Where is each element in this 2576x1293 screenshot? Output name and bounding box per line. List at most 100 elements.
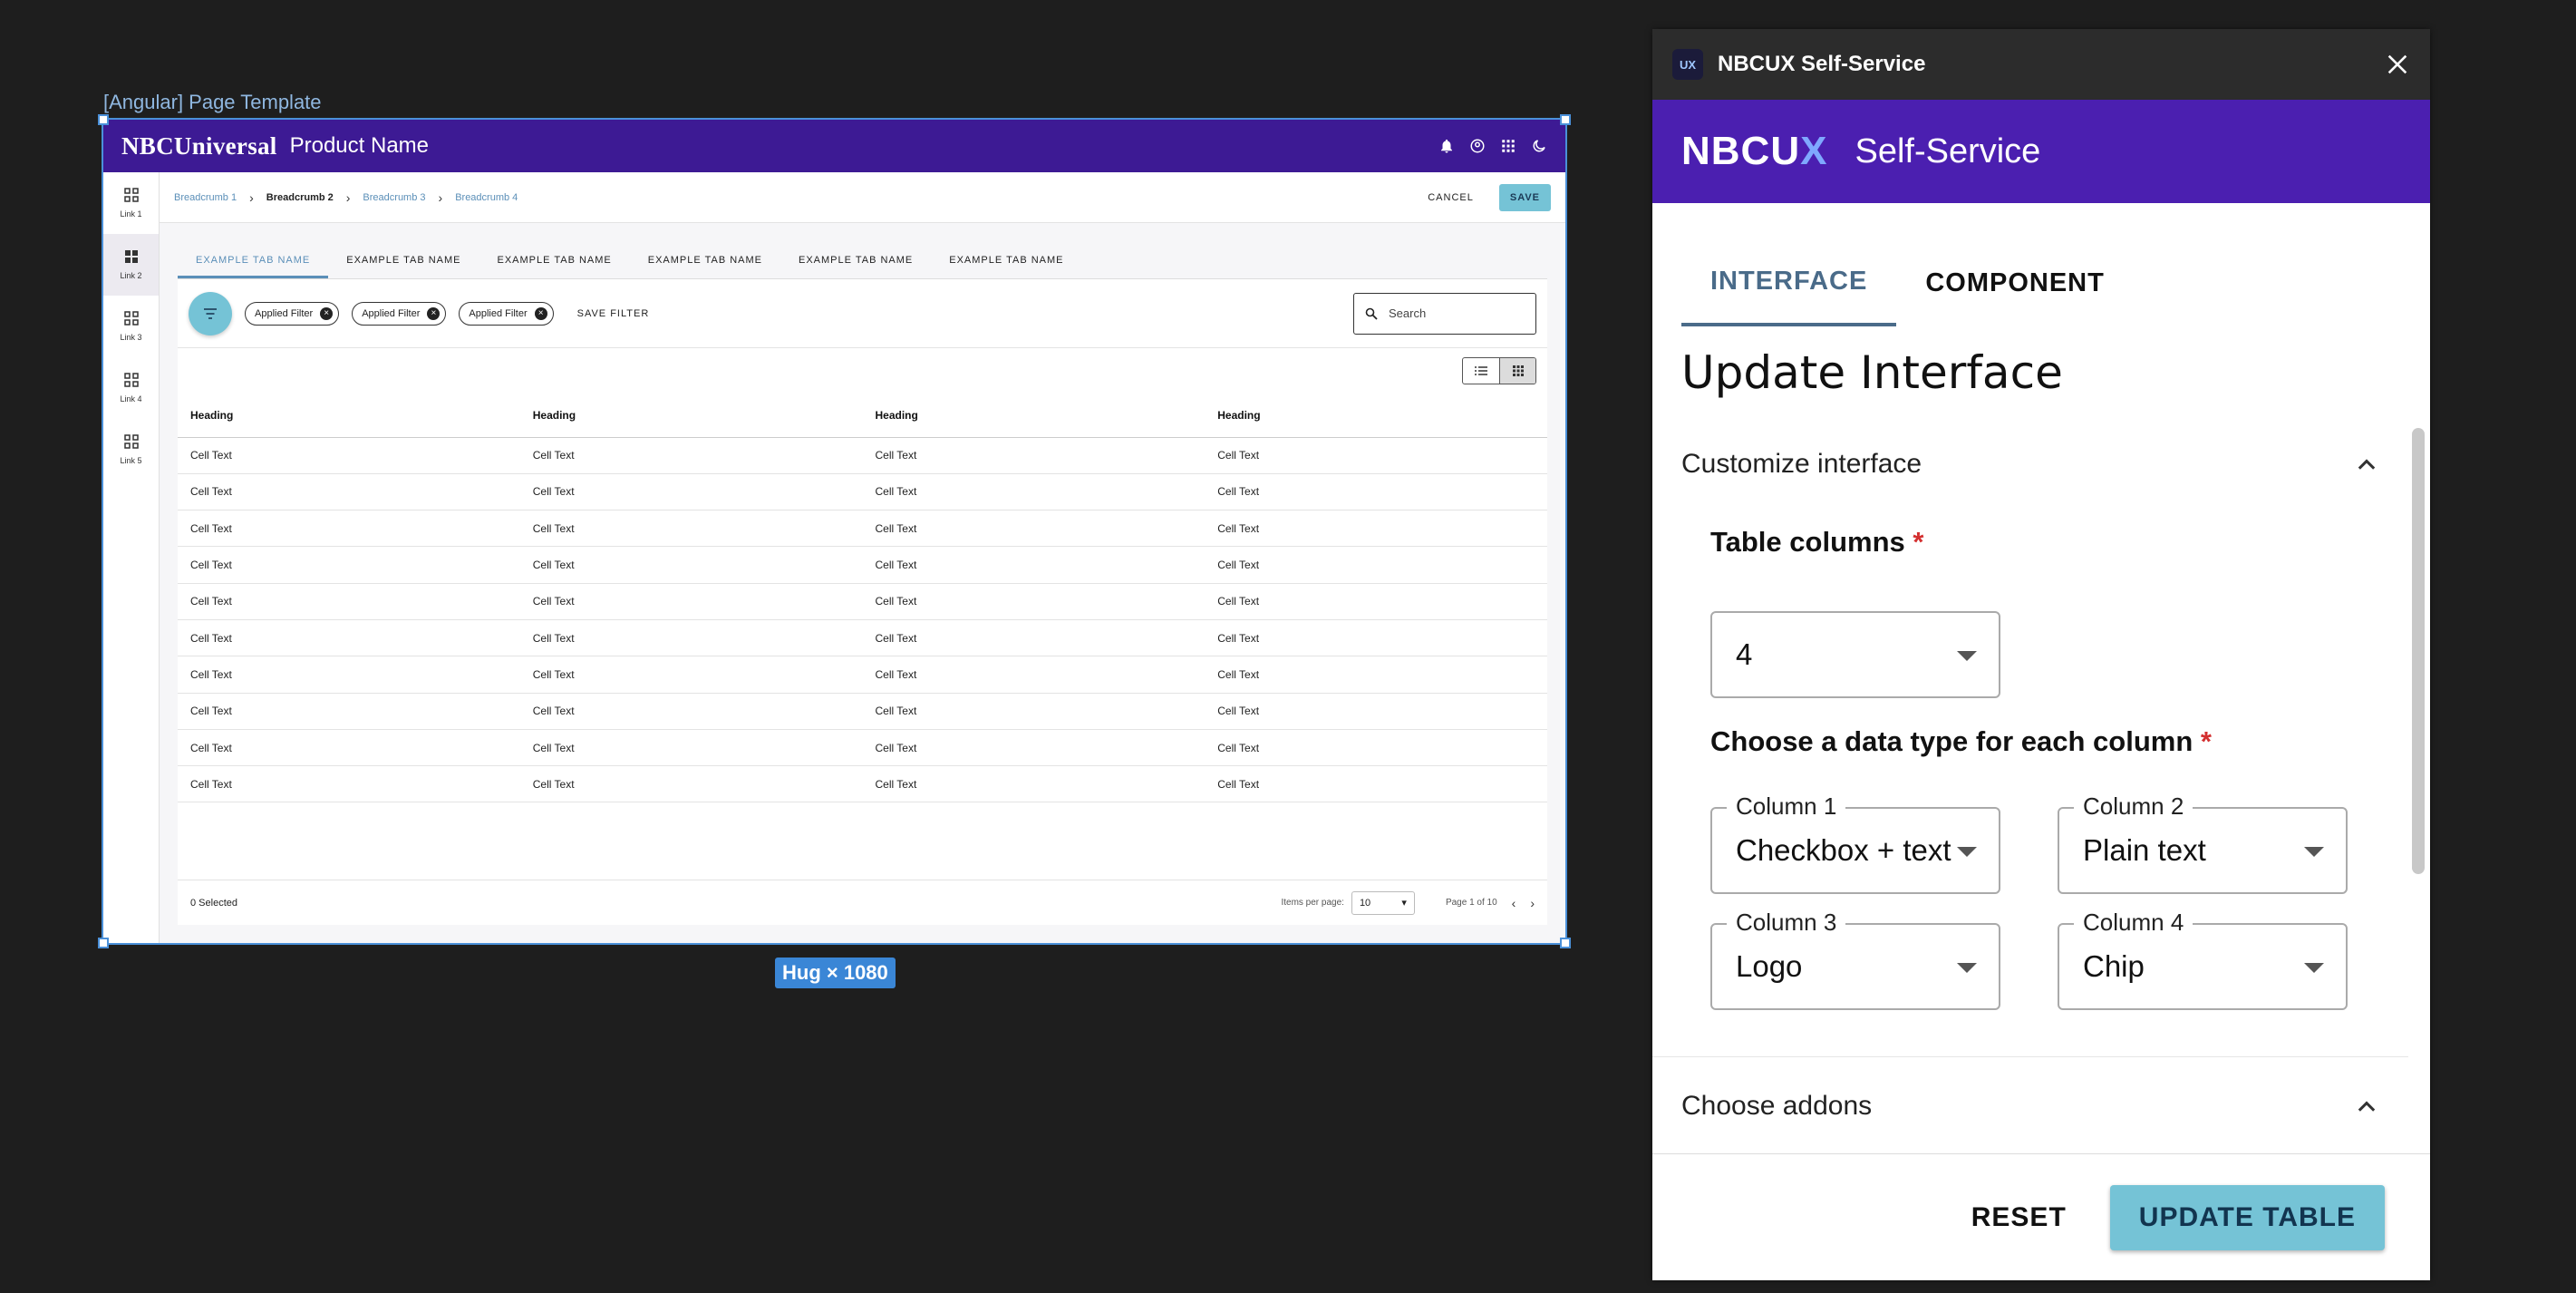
dashboard-icon [123,373,139,387]
chevron-right-icon: › [438,190,443,205]
table-columns-select[interactable]: 4 [1710,611,2000,698]
caret-down-icon [1957,847,1977,857]
field-label: Column 3 [1727,909,1846,937]
search-input[interactable]: Search [1353,292,1536,335]
choose-addons-header[interactable]: Choose addons [1652,1068,2408,1144]
close-icon[interactable] [2385,52,2410,77]
nav-item-link-5[interactable]: Link 5 [103,419,159,481]
select-value: Chip [2083,949,2145,983]
nav-item-label: Link 1 [120,209,142,219]
breadcrumb-item[interactable]: Breadcrumb 2 [266,192,334,203]
table-cell: Cell Text [1205,765,1547,803]
table-row[interactable]: Cell Text Cell Text Cell Text Cell Text [178,546,1547,584]
table-row[interactable]: Cell Text Cell Text Cell Text Cell Text [178,619,1547,657]
applied-filter-chip[interactable]: Applied Filter × [459,301,554,326]
chip-label: Applied Filter [255,307,314,319]
chevron-up-icon[interactable] [2354,452,2379,477]
column-heading[interactable]: Heading [519,394,863,438]
items-per-page-select[interactable]: 10 ▾ [1351,890,1415,915]
moon-icon[interactable] [1531,138,1547,154]
customize-interface-header[interactable]: Customize interface [1652,426,2408,502]
bell-icon[interactable] [1438,138,1455,154]
table-cell: Cell Text [519,510,863,548]
applied-filter-chip[interactable]: Applied Filter × [352,301,447,326]
table-cell: Cell Text [178,619,520,657]
nav-item-link-3[interactable]: Link 3 [103,296,159,357]
table-cell: Cell Text [178,656,520,694]
breadcrumb-item[interactable]: Breadcrumb 4 [455,192,518,203]
column-3-select[interactable]: Column 3 Logo [1710,909,2000,1010]
table-cell: Cell Text [862,546,1206,584]
table-row[interactable]: Cell Text Cell Text Cell Text Cell Text [178,656,1547,694]
table-cell: Cell Text [1205,583,1547,620]
table-row[interactable]: Cell Text Cell Text Cell Text Cell Text [178,510,1547,548]
column-heading[interactable]: Heading [1205,394,1547,438]
app-icon: UX [1672,49,1703,80]
save-button[interactable]: SAVE [1498,183,1551,211]
update-table-button[interactable]: UPDATE TABLE [2109,1184,2385,1250]
apps-grid-icon[interactable] [1500,138,1516,154]
tab-example-3[interactable]: EXAMPLE TAB NAME [479,245,630,278]
nav-item-link-4[interactable]: Link 4 [103,357,159,419]
product-name: Product Name [289,133,430,158]
side-nav: Link 1 Link 2 Link 3 Link 4 Link 5 [103,172,160,943]
table-row[interactable]: Cell Text Cell Text Cell Text Cell Text [178,473,1547,511]
cancel-button[interactable]: CANCEL [1428,192,1474,203]
table-cell: Cell Text [1205,546,1547,584]
resize-handle[interactable] [98,114,109,125]
table-row[interactable]: Cell Text Cell Text Cell Text Cell Text [178,729,1547,767]
column-1-select[interactable]: Column 1 Checkbox + text [1710,792,2000,894]
resize-handle[interactable] [1560,938,1571,948]
tab-example-1[interactable]: EXAMPLE TAB NAME [178,245,329,278]
tab-example-2[interactable]: EXAMPLE TAB NAME [328,245,479,278]
close-icon[interactable]: × [320,306,334,320]
table-cell: Cell Text [862,437,1206,474]
tab-example-4[interactable]: EXAMPLE TAB NAME [630,245,780,278]
nav-item-label: Link 5 [120,456,142,465]
frame-label[interactable]: [Angular] Page Template [103,91,322,114]
panel-footer: RESET UPDATE TABLE [1652,1153,2430,1280]
filter-button[interactable] [189,291,232,335]
table-cell: Cell Text [519,437,863,474]
list-view-button[interactable] [1463,358,1499,384]
page-template-frame[interactable]: NBCUniversal Product Name Link 1 Link 2 … [102,118,1567,945]
field-label: Column 2 [2074,792,2193,821]
tab-interface[interactable]: INTERFACE [1681,238,1897,326]
column-2-select[interactable]: Column 2 Plain text [2058,792,2348,894]
column-4-select[interactable]: Column 4 Chip [2058,909,2348,1010]
table-row[interactable]: Cell Text Cell Text Cell Text Cell Text [178,693,1547,730]
account-circle-icon[interactable] [1469,138,1486,154]
table-row[interactable]: Cell Text Cell Text Cell Text Cell Text [178,765,1547,803]
resize-handle[interactable] [1560,114,1571,125]
reset-button[interactable]: RESET [1971,1202,2067,1233]
tab-example-5[interactable]: EXAMPLE TAB NAME [780,245,931,278]
breadcrumb-item[interactable]: Breadcrumb 3 [363,192,425,203]
table-cell: Cell Text [519,656,863,694]
caret-down-icon [1957,651,1977,661]
nav-item-link-2[interactable]: Link 2 [103,234,159,296]
column-heading[interactable]: Heading [862,394,1206,438]
chevron-up-icon[interactable] [2354,1094,2379,1119]
close-icon[interactable]: × [427,306,441,320]
grid-view-button[interactable] [1499,358,1535,384]
breadcrumb-item[interactable]: Breadcrumb 1 [174,192,237,203]
table-row[interactable]: Cell Text Cell Text Cell Text Cell Text [178,437,1547,474]
tab-component[interactable]: COMPONENT [1896,238,2134,326]
panel-tabs: INTERFACE COMPONENT [1681,238,2401,326]
page-title: Update Interface [1681,346,2063,399]
save-filter-button[interactable]: SAVE FILTER [577,308,650,319]
table-cell: Cell Text [862,693,1206,730]
previous-page-icon[interactable]: ‹ [1512,896,1516,910]
tab-example-6[interactable]: EXAMPLE TAB NAME [931,245,1081,278]
applied-filter-chip[interactable]: Applied Filter × [245,301,340,326]
table-row[interactable]: Cell Text Cell Text Cell Text Cell Text [178,583,1547,620]
caret-down-icon [1957,963,1977,973]
resize-handle[interactable] [98,938,109,948]
table-cell: Cell Text [1205,437,1547,474]
next-page-icon[interactable]: › [1530,896,1535,910]
scrollbar-thumb[interactable] [2412,428,2425,874]
close-icon[interactable]: × [534,306,547,320]
select-value: Checkbox + text [1736,833,1951,867]
column-heading[interactable]: Heading [178,394,520,438]
nav-item-link-1[interactable]: Link 1 [103,172,159,234]
